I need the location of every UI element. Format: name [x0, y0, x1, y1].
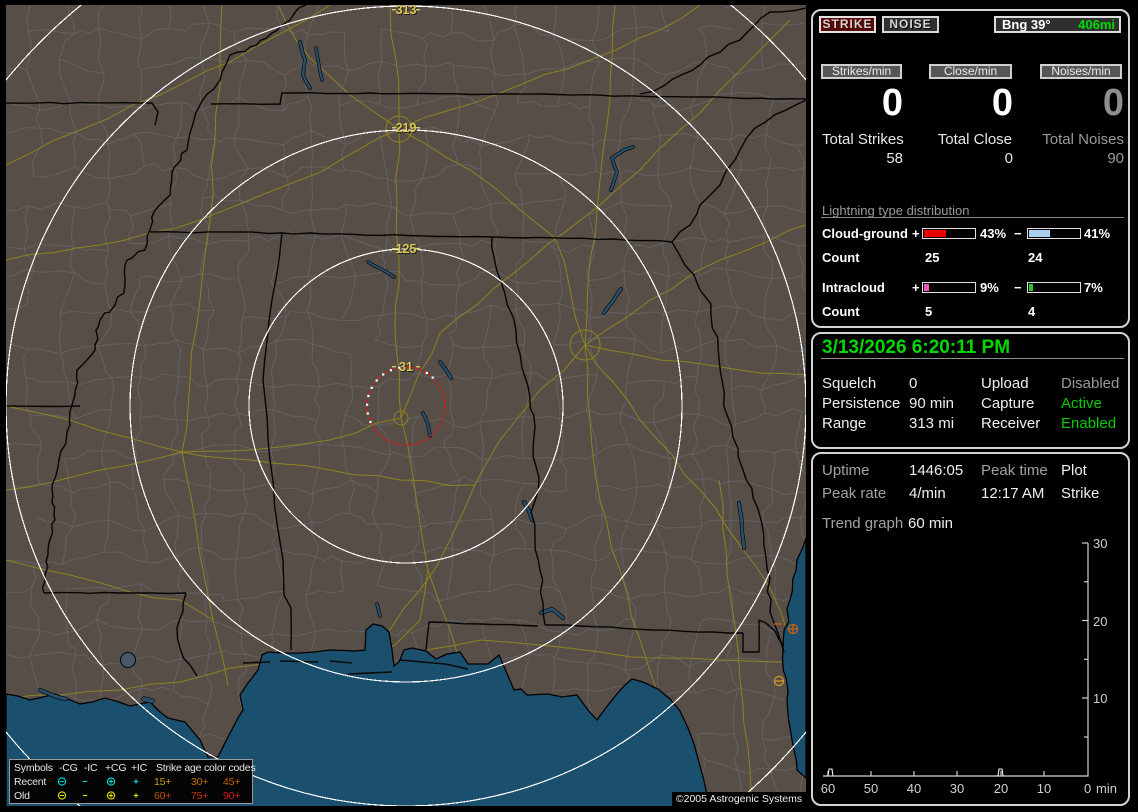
svg-text:31: 31	[399, 360, 413, 374]
svg-text:125: 125	[396, 242, 417, 256]
svg-text:219: 219	[396, 121, 417, 135]
svg-text:313: 313	[396, 3, 417, 17]
